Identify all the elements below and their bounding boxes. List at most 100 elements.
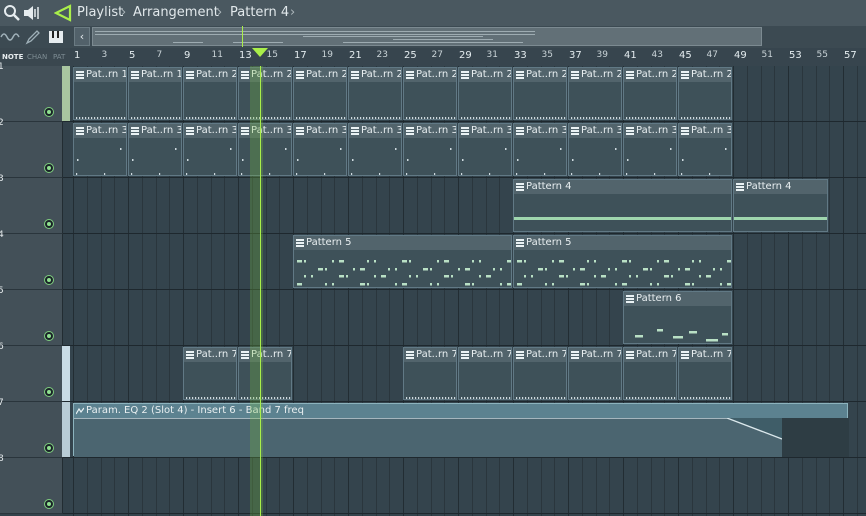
clip-label: Pattern 5: [306, 237, 352, 248]
mode-chan[interactable]: CHAN: [27, 53, 47, 61]
piano-icon[interactable]: [48, 29, 64, 45]
pattern-clip[interactable]: Pat..rn 2: [568, 67, 622, 120]
title-pattern[interactable]: Pattern 4: [230, 0, 289, 26]
arrow-icon[interactable]: [54, 3, 74, 23]
clip-label: Pat..rn 2: [691, 69, 732, 80]
track-mute-led-icon[interactable]: [44, 275, 54, 285]
pattern-clip[interactable]: Pat..rn 3: [678, 123, 732, 176]
mode-labels: NOTE CHAN PAT: [0, 48, 70, 66]
track-header[interactable]: 3: [0, 174, 63, 234]
mode-note[interactable]: NOTE: [2, 53, 23, 61]
pattern-clip[interactable]: Pat..rn 3: [513, 123, 567, 176]
track-header[interactable]: 1: [0, 62, 63, 122]
ruler-label: 31: [486, 50, 498, 60]
pattern-clip-icon: [241, 351, 249, 359]
track-color-strip[interactable]: [62, 402, 70, 457]
track-mute-led-icon[interactable]: [44, 387, 54, 397]
pattern-clip[interactable]: Pat..rn 2: [513, 67, 567, 120]
pattern-clip[interactable]: Pattern 6: [623, 291, 732, 344]
speaker-icon[interactable]: [22, 3, 42, 23]
track-header[interactable]: 2: [0, 118, 63, 178]
track-mute-led-icon[interactable]: [44, 163, 54, 173]
pattern-clip[interactable]: Pat..rn 2: [403, 67, 457, 120]
pattern-clip[interactable]: Pat..rn 3: [348, 123, 402, 176]
pattern-selector-chevron-icon[interactable]: ›: [290, 0, 295, 26]
ruler-label: 3: [101, 50, 108, 60]
pattern-clip-icon: [131, 127, 139, 135]
track-mute-led-icon[interactable]: [44, 331, 54, 341]
navigator-overview[interactable]: [92, 27, 762, 46]
pattern-clip[interactable]: Pat..rn 7: [568, 347, 622, 400]
track-number: 1: [0, 62, 4, 72]
track-mute-led-icon[interactable]: [44, 443, 54, 453]
pattern-clip-icon: [76, 127, 84, 135]
ruler-label: 13: [239, 50, 252, 61]
pattern-clip[interactable]: Pat..rn 3: [458, 123, 512, 176]
pattern-clip[interactable]: Pat..rn 3: [128, 123, 182, 176]
clip-label: Pat..rn 3: [636, 125, 677, 136]
ruler-label: 43: [651, 50, 663, 60]
pattern-clip[interactable]: Pat..rn 3: [403, 123, 457, 176]
pattern-clip[interactable]: Pat..rn 7: [238, 347, 292, 400]
pattern-clip[interactable]: Pat..rn 1: [128, 67, 182, 120]
pattern-clip[interactable]: Pat..rn 3: [568, 123, 622, 176]
scroll-left-button[interactable]: ‹: [74, 27, 90, 46]
pattern-clip[interactable]: Pat..rn 2: [623, 67, 677, 120]
track-color-strip[interactable]: [62, 346, 70, 401]
pattern-clip-icon: [626, 351, 634, 359]
pattern-clip-icon: [461, 127, 469, 135]
track-header[interactable]: 8: [0, 454, 63, 514]
track-header[interactable]: 7: [0, 398, 63, 458]
pattern-clip[interactable]: Pat..rn 3: [73, 123, 127, 176]
pattern-clip[interactable]: Pat..rn 3: [293, 123, 347, 176]
pattern-clip[interactable]: Pat..rn 3: [623, 123, 677, 176]
clip-content-preview: [351, 117, 401, 119]
pattern-clip[interactable]: Pat..rn 7: [458, 347, 512, 400]
clip-content-preview: [517, 260, 731, 286]
pattern-clip[interactable]: Pat..rn 2: [238, 67, 292, 120]
pattern-clip[interactable]: Pat..rn 7: [183, 347, 237, 400]
pattern-clip-icon: [516, 71, 524, 79]
wave-icon[interactable]: [0, 30, 20, 44]
pattern-clip[interactable]: Pattern 4: [513, 179, 732, 232]
pattern-clip[interactable]: Pat..rn 2: [293, 67, 347, 120]
mode-pat[interactable]: PAT: [53, 53, 65, 61]
clip-label: Pat..rn 2: [581, 69, 622, 80]
pattern-clip[interactable]: Pat..rn 7: [678, 347, 732, 400]
track-mute-led-icon[interactable]: [44, 219, 54, 229]
clip-label: Pat..rn 7: [526, 349, 567, 360]
pattern-clip[interactable]: Pat..rn 2: [458, 67, 512, 120]
clip-content-preview: [186, 148, 232, 175]
track-number: 5: [0, 286, 4, 296]
clip-label: Pat..rn 3: [691, 125, 732, 136]
pattern-clip[interactable]: Pat..rn 2: [678, 67, 732, 120]
pattern-clip[interactable]: Pattern 5: [513, 235, 732, 288]
pattern-clip[interactable]: Pat..rn 7: [403, 347, 457, 400]
magnifier-icon[interactable]: [2, 3, 22, 23]
pattern-clip[interactable]: Pat..rn 7: [623, 347, 677, 400]
automation-clip[interactable]: Param. EQ 2 (Slot 4) - Insert 6 - Band 7…: [73, 403, 849, 457]
pattern-clip[interactable]: Pat..rn 3: [183, 123, 237, 176]
clip-content-preview: [74, 418, 849, 457]
track-mute-led-icon[interactable]: [44, 499, 54, 509]
timeline-ruler[interactable]: NOTE CHAN PAT 1 3 5 7 9 11 13 15 17 19 21 23 25 27 29 3…: [0, 48, 866, 67]
clip-content-preview: [571, 148, 617, 175]
ruler-label: 37: [569, 50, 582, 61]
pattern-clip[interactable]: Pattern 4: [733, 179, 828, 232]
pattern-clip[interactable]: Pat..rn 1: [73, 67, 127, 120]
track-color-strip[interactable]: [62, 66, 70, 121]
pencil-icon[interactable]: [25, 29, 41, 45]
track-header[interactable]: 5: [0, 286, 63, 346]
track-header[interactable]: 4: [0, 230, 63, 290]
pattern-clip[interactable]: Pat..rn 7: [513, 347, 567, 400]
pattern-clip[interactable]: Pattern 5: [293, 235, 512, 288]
track-mute-led-icon[interactable]: [44, 107, 54, 117]
clip-content-preview: [681, 148, 727, 175]
pattern-clip[interactable]: Pat..rn 2: [183, 67, 237, 120]
clip-content-preview: [297, 260, 511, 286]
pattern-clip[interactable]: Pat..rn 2: [348, 67, 402, 120]
track-header[interactable]: 6: [0, 342, 63, 402]
clip-content-preview: [626, 397, 676, 399]
pattern-clip[interactable]: Pat..rn 3: [238, 123, 292, 176]
playhead-marker-icon[interactable]: [252, 48, 268, 58]
